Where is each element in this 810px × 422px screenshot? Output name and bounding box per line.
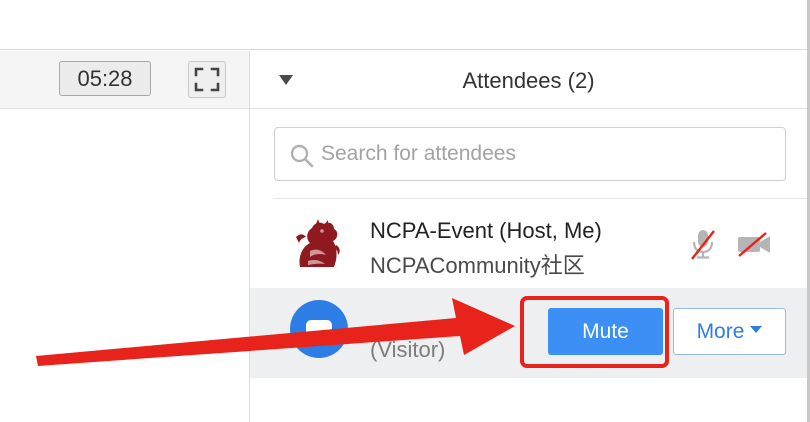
attendee-row-host[interactable]: NCPA-Event (Host, Me) NCPACommunity社区 — [250, 199, 807, 287]
meeting-timer: 05:28 — [59, 61, 151, 96]
video-panel: 05:28 — [0, 51, 249, 422]
avatar-glyph — [306, 320, 332, 336]
attendee-subtitle: NCPACommunity社区 — [370, 253, 585, 278]
mic-muted-icon[interactable] — [690, 227, 716, 261]
video-toolbar: 05:28 — [0, 51, 249, 109]
fullscreen-icon — [194, 67, 220, 92]
search-input[interactable] — [321, 136, 771, 172]
camera-off-icon[interactable] — [736, 231, 772, 257]
attendees-panel: Attendees (2) NCPA-Event (Host, Me) — [250, 51, 807, 422]
attendee-search[interactable] — [274, 127, 786, 181]
attendee-row-visitor[interactable]: (Visitor) Mute More — [250, 288, 807, 378]
visitor-avatar — [290, 300, 348, 358]
more-label: More — [696, 319, 745, 343]
top-strip — [0, 0, 810, 50]
top-divider — [0, 49, 810, 50]
attendee-name: (Visitor) — [370, 337, 446, 362]
mute-button[interactable]: Mute — [548, 308, 663, 355]
caret-down-icon — [750, 326, 763, 334]
attendees-title: Attendees (2) — [462, 68, 595, 93]
fullscreen-button[interactable] — [188, 61, 226, 98]
search-icon — [290, 144, 314, 168]
attendees-header: Attendees (2) — [250, 51, 807, 109]
dragon-avatar-icon — [296, 219, 340, 267]
attendee-name: NCPA-Event (Host, Me) — [370, 218, 602, 243]
more-button[interactable]: More — [673, 308, 786, 355]
